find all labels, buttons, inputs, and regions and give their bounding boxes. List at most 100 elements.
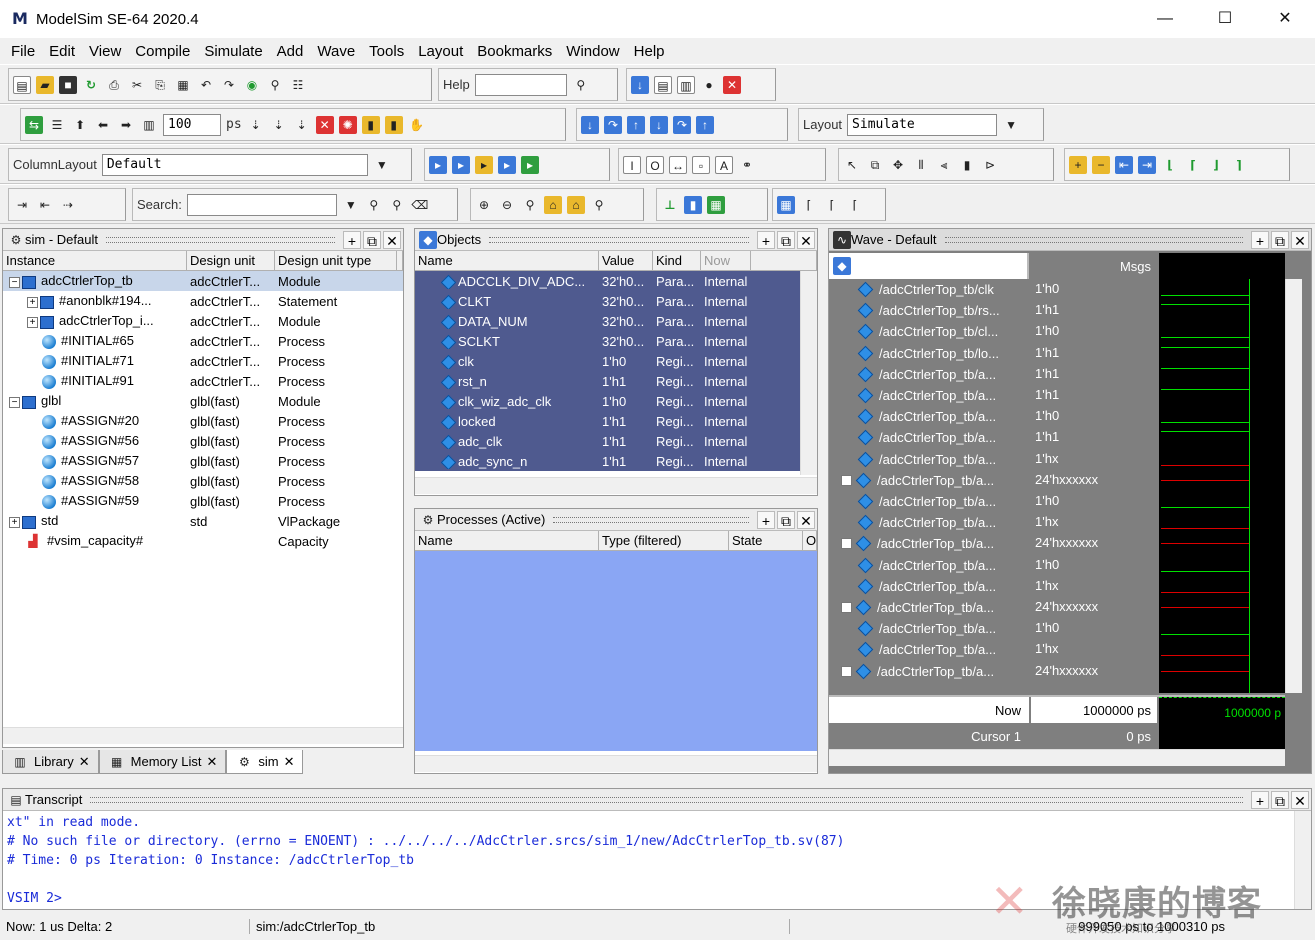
wave-signal-name[interactable]: /adcCtrlerTop_tb/a...: [829, 491, 1029, 511]
link-icon[interactable]: ⚭: [738, 156, 756, 174]
wave-signal-name[interactable]: /adcCtrlerTop_tb/a...: [829, 555, 1029, 575]
find-icon[interactable]: ⚲: [266, 76, 284, 94]
panel-undock-button[interactable]: ⧉: [1271, 230, 1289, 249]
zoom-out-icon[interactable]: ⊖: [498, 196, 516, 214]
add-log-icon[interactable]: ▸: [498, 155, 516, 174]
wave-signal-name[interactable]: /adcCtrlerTop_tb/cl...: [829, 321, 1029, 341]
tree-expander-icon[interactable]: +: [27, 316, 38, 328]
expand-icon[interactable]: +: [841, 601, 852, 613]
expand-icon[interactable]: +: [841, 665, 852, 677]
panel-add-button[interactable]: +: [757, 230, 775, 249]
object-row[interactable]: rst_n 1'h1 Regi... Internal: [415, 371, 800, 391]
menu-file[interactable]: File: [4, 43, 42, 60]
wave-style-2-icon[interactable]: ⌈: [800, 196, 818, 214]
outdent-icon[interactable]: ⇤: [36, 196, 54, 214]
run-icon[interactable]: ⇣: [247, 116, 265, 134]
edit-icon[interactable]: ⫷: [935, 156, 953, 174]
restart-icon[interactable]: ⇆: [25, 115, 43, 134]
wave-style-1-icon[interactable]: ▦: [777, 195, 795, 214]
cursor-icon[interactable]: ⫴: [912, 156, 930, 174]
sim-tree-row[interactable]: #INITIAL#71 adcCtrlerT... Process: [3, 351, 403, 371]
zoom-cursor-icon[interactable]: ⌂: [544, 195, 562, 214]
col-design-unit-type[interactable]: Design unit type: [275, 251, 397, 270]
run-unit-label[interactable]: ps: [226, 117, 242, 132]
panel-close-button[interactable]: ✕: [383, 230, 401, 249]
wave-tools-icon[interactable]: ◆: [833, 257, 851, 275]
tree-expander-icon[interactable]: −: [9, 276, 20, 288]
zoom-in-icon[interactable]: ⊕: [475, 196, 493, 214]
col-name[interactable]: Name: [415, 531, 599, 550]
zoom-range-icon[interactable]: ⌂: [567, 195, 585, 214]
objects-hscroll[interactable]: [415, 477, 817, 494]
panel-close-button[interactable]: ✕: [1291, 790, 1309, 809]
close-button[interactable]: ✕: [1255, 0, 1315, 38]
wave-signal-name[interactable]: /adcCtrlerTop_tb/a...: [829, 406, 1029, 426]
break-icon[interactable]: ✕: [315, 115, 334, 134]
wave-signal-name[interactable]: /adcCtrlerTop_tb/a...: [829, 449, 1029, 469]
col-state[interactable]: State: [729, 531, 803, 550]
chevron-down-icon[interactable]: ▼: [373, 156, 391, 174]
col-instance[interactable]: Instance: [3, 251, 187, 270]
minimize-button[interactable]: —: [1135, 0, 1195, 38]
col-name[interactable]: Name: [415, 251, 599, 270]
help-search-input[interactable]: [474, 73, 567, 96]
copy-icon[interactable]: ⎘: [151, 76, 169, 94]
tree-expander-icon[interactable]: +: [27, 296, 38, 308]
col-kind[interactable]: Kind: [653, 251, 701, 270]
sim-tree-row[interactable]: #ASSIGN#20 glbl(fast) Process: [3, 411, 403, 431]
menu-compile[interactable]: Compile: [128, 43, 197, 60]
rising-edge-icon[interactable]: ⌈: [1184, 156, 1202, 174]
col-o[interactable]: O: [803, 531, 817, 550]
forward-arrow-icon[interactable]: ➡: [117, 116, 135, 134]
pan-icon[interactable]: ✥: [889, 156, 907, 174]
wave-signal-name[interactable]: /adcCtrlerTop_tb/a...: [829, 364, 1029, 384]
sim-tree-row[interactable]: #ASSIGN#59 glbl(fast) Process: [3, 491, 403, 511]
step-into-icon[interactable]: ↓: [631, 75, 649, 94]
object-row[interactable]: CLKT 32'h0... Para... Internal: [415, 291, 800, 311]
prev-edge-icon[interactable]: ⇤: [1115, 155, 1133, 174]
panel-grip[interactable]: [90, 796, 1243, 803]
step-over-2-icon[interactable]: ↷: [673, 115, 691, 134]
step-out-2-icon[interactable]: ↑: [696, 115, 714, 134]
panel-add-button[interactable]: +: [757, 510, 775, 529]
wave-style-3-icon[interactable]: ⌈: [823, 196, 841, 214]
wave-signal-name[interactable]: /adcCtrlerTop_tb/a...: [829, 385, 1029, 405]
columnlayout-select[interactable]: [101, 153, 368, 176]
compile-icon[interactable]: ◉: [243, 76, 261, 94]
zoom-full-icon[interactable]: ⚲: [521, 196, 539, 214]
wave-signal-name[interactable]: /adcCtrlerTop_tb/lo...: [829, 343, 1029, 363]
reload-icon[interactable]: ↻: [82, 76, 100, 94]
processes-hscroll[interactable]: [415, 755, 817, 772]
signal-icon[interactable]: ▮: [958, 156, 976, 174]
step-icon[interactable]: ↓: [581, 115, 599, 134]
panel-close-button[interactable]: ✕: [797, 510, 815, 529]
cut-icon[interactable]: ✂: [128, 76, 146, 94]
menu-tools[interactable]: Tools: [362, 43, 411, 60]
col-value[interactable]: Value: [599, 251, 653, 270]
add-list-icon[interactable]: ▸: [452, 155, 470, 174]
sim-tree-row[interactable]: #INITIAL#65 adcCtrlerT... Process: [3, 331, 403, 351]
wave-vscroll[interactable]: [1285, 279, 1302, 693]
menu-bookmarks[interactable]: Bookmarks: [470, 43, 559, 60]
sim-tree-row[interactable]: #ASSIGN#56 glbl(fast) Process: [3, 431, 403, 451]
new-file-icon[interactable]: ▤: [13, 75, 31, 94]
wave-signal-name[interactable]: /adcCtrlerTop_tb/a...: [829, 618, 1029, 638]
undo-icon[interactable]: ↶: [197, 76, 215, 94]
object-row[interactable]: clk_wiz_adc_clk 1'h0 Regi... Internal: [415, 391, 800, 411]
col-type[interactable]: Type (filtered): [599, 531, 729, 550]
sim-tree-row[interactable]: − glbl glbl(fast) Module: [3, 391, 403, 411]
next-edge-icon[interactable]: ⇥: [1138, 155, 1156, 174]
maximize-button[interactable]: ☐: [1195, 0, 1255, 38]
wave-signal-name[interactable]: /adcCtrlerTop_tb/rs...: [829, 300, 1029, 320]
run-length-input[interactable]: [163, 113, 221, 136]
falling-edge-icon[interactable]: ⌊: [1161, 156, 1179, 174]
chevron-down-icon[interactable]: ▼: [1002, 116, 1020, 134]
panel-grip[interactable]: [944, 236, 1243, 243]
object-row[interactable]: locked 1'h1 Regi... Internal: [415, 411, 800, 431]
wave-signal-name[interactable]: + /adcCtrlerTop_tb/a...: [829, 597, 1029, 617]
panel-grip[interactable]: [105, 236, 335, 243]
menu-help[interactable]: Help: [627, 43, 672, 60]
wave-hscroll[interactable]: [829, 749, 1285, 766]
add-wave-icon[interactable]: ▸: [429, 155, 447, 174]
search-clear-icon[interactable]: ⌫: [411, 196, 429, 214]
